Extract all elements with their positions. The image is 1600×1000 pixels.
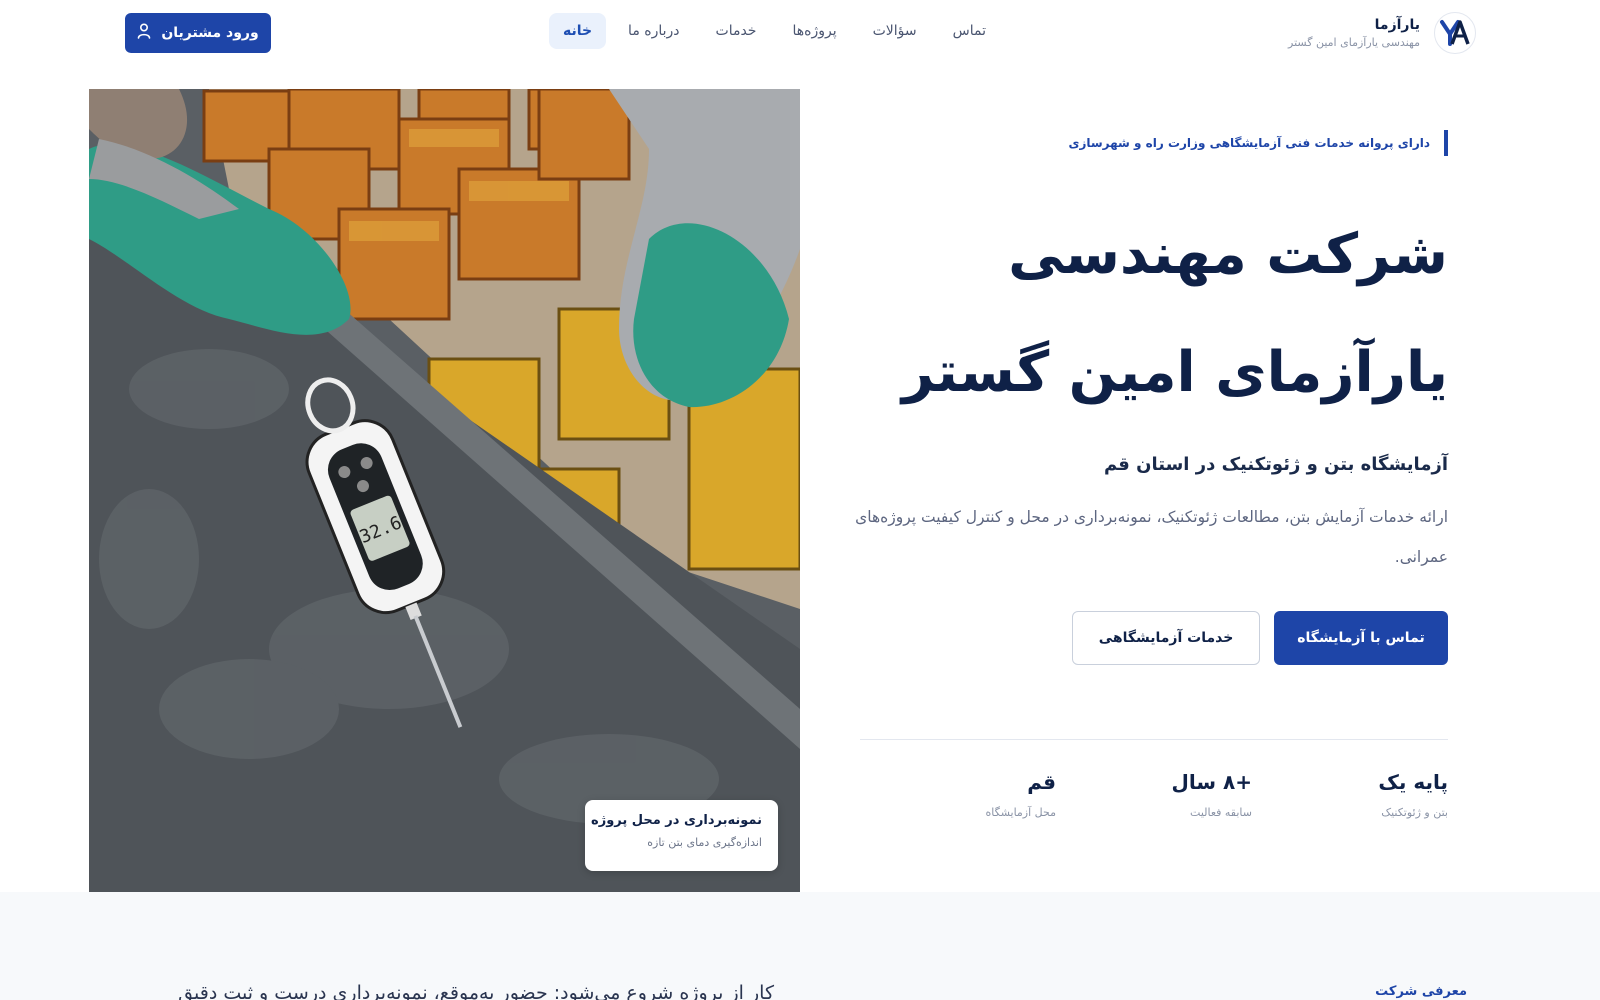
brand[interactable]: یارآزما مهندسی یارآزمای امین گستر — [1288, 12, 1476, 54]
nav-item-services[interactable]: خدمات — [702, 13, 771, 49]
stats-divider — [860, 739, 1448, 740]
image-caption: نمونه‌برداری در محل پروژه اندازه‌گیری دم… — [585, 800, 778, 871]
main-nav: خانه درباره ما خدمات پروژه‌ها سؤالات تما… — [548, 13, 1000, 49]
hero-title-line1: شرکت مهندسی — [1008, 222, 1448, 287]
hero-title: شرکت مهندسی یارآزمای امین گستر — [848, 196, 1448, 432]
stat-label: محل آزمایشگاه — [985, 806, 1057, 819]
hero-actions: تماس با آزمایشگاه خدمات آزمایشگاهی — [848, 611, 1448, 665]
hero-content: دارای پروانه خدمات فنی آزمایشگاهی وزارت … — [848, 130, 1448, 665]
hero-description: ارائه خدمات آزمایش بتن، مطالعات ژئوتکنیک… — [855, 508, 1448, 566]
stat-experience: +۸ سال سابقه فعالیت — [1056, 770, 1252, 819]
intro-label: معرفی شرکت — [1375, 984, 1467, 999]
intro-heading: کار از پروژه شروع می‌شود: حضور به‌موقع، … — [178, 982, 774, 1000]
nav-item-projects[interactable]: پروژه‌ها — [778, 13, 850, 49]
stats-row: پایه یک بتن و ژئوتکنیک +۸ سال سابقه فعال… — [848, 770, 1449, 819]
hero-title-line2: یارآزمای امین گستر — [901, 340, 1448, 405]
customer-login-button[interactable]: ورود مشتریان — [125, 13, 271, 53]
company-intro-section: معرفی شرکت کار از پروژه شروع می‌شود: حضو… — [0, 892, 1600, 1000]
stat-value: پایه یک — [1378, 770, 1448, 794]
stat-value: +۸ سال — [1171, 770, 1252, 794]
concrete-sampling-photo: 32.6 — [89, 89, 800, 892]
brand-name: یارآزما — [1374, 17, 1420, 33]
user-icon — [137, 23, 151, 43]
site-header: یارآزما مهندسی یارآزمای امین گستر خانه د… — [0, 0, 1600, 66]
image-caption-title: نمونه‌برداری در محل پروژه — [591, 813, 762, 828]
image-caption-subtitle: اندازه‌گیری دمای بتن تازه — [647, 836, 762, 849]
nav-item-home[interactable]: خانه — [548, 13, 607, 49]
nav-item-faq[interactable]: سؤالات — [859, 13, 931, 49]
hero-image: 32.6 نمونه‌برداری در محل پروژه اندازه‌گی… — [89, 89, 800, 892]
license-badge: دارای پروانه خدمات فنی آزمایشگاهی وزارت … — [1068, 130, 1448, 156]
stat-location: قم محل آزمایشگاه — [860, 770, 1057, 819]
customer-login-label: ورود مشتریان — [161, 25, 259, 41]
ya-monogram-logo — [1434, 12, 1476, 54]
brand-tagline: مهندسی یارآزمای امین گستر — [1288, 36, 1420, 49]
stat-label: بتن و ژئوتکنیک — [1381, 806, 1448, 819]
hero-subtitle: آزمایشگاه بتن و ژئوتکنیک در استان قم — [1103, 454, 1448, 475]
nav-item-contact[interactable]: تماس — [939, 13, 1000, 49]
contact-lab-button[interactable]: تماس با آزمایشگاه — [1274, 611, 1448, 665]
stat-grade: پایه یک بتن و ژئوتکنیک — [1252, 770, 1448, 819]
stat-label: سابقه فعالیت — [1190, 806, 1252, 819]
nav-item-about[interactable]: درباره ما — [614, 13, 693, 49]
lab-services-button[interactable]: خدمات آزمایشگاهی — [1072, 611, 1260, 665]
stat-value: قم — [1027, 770, 1056, 794]
